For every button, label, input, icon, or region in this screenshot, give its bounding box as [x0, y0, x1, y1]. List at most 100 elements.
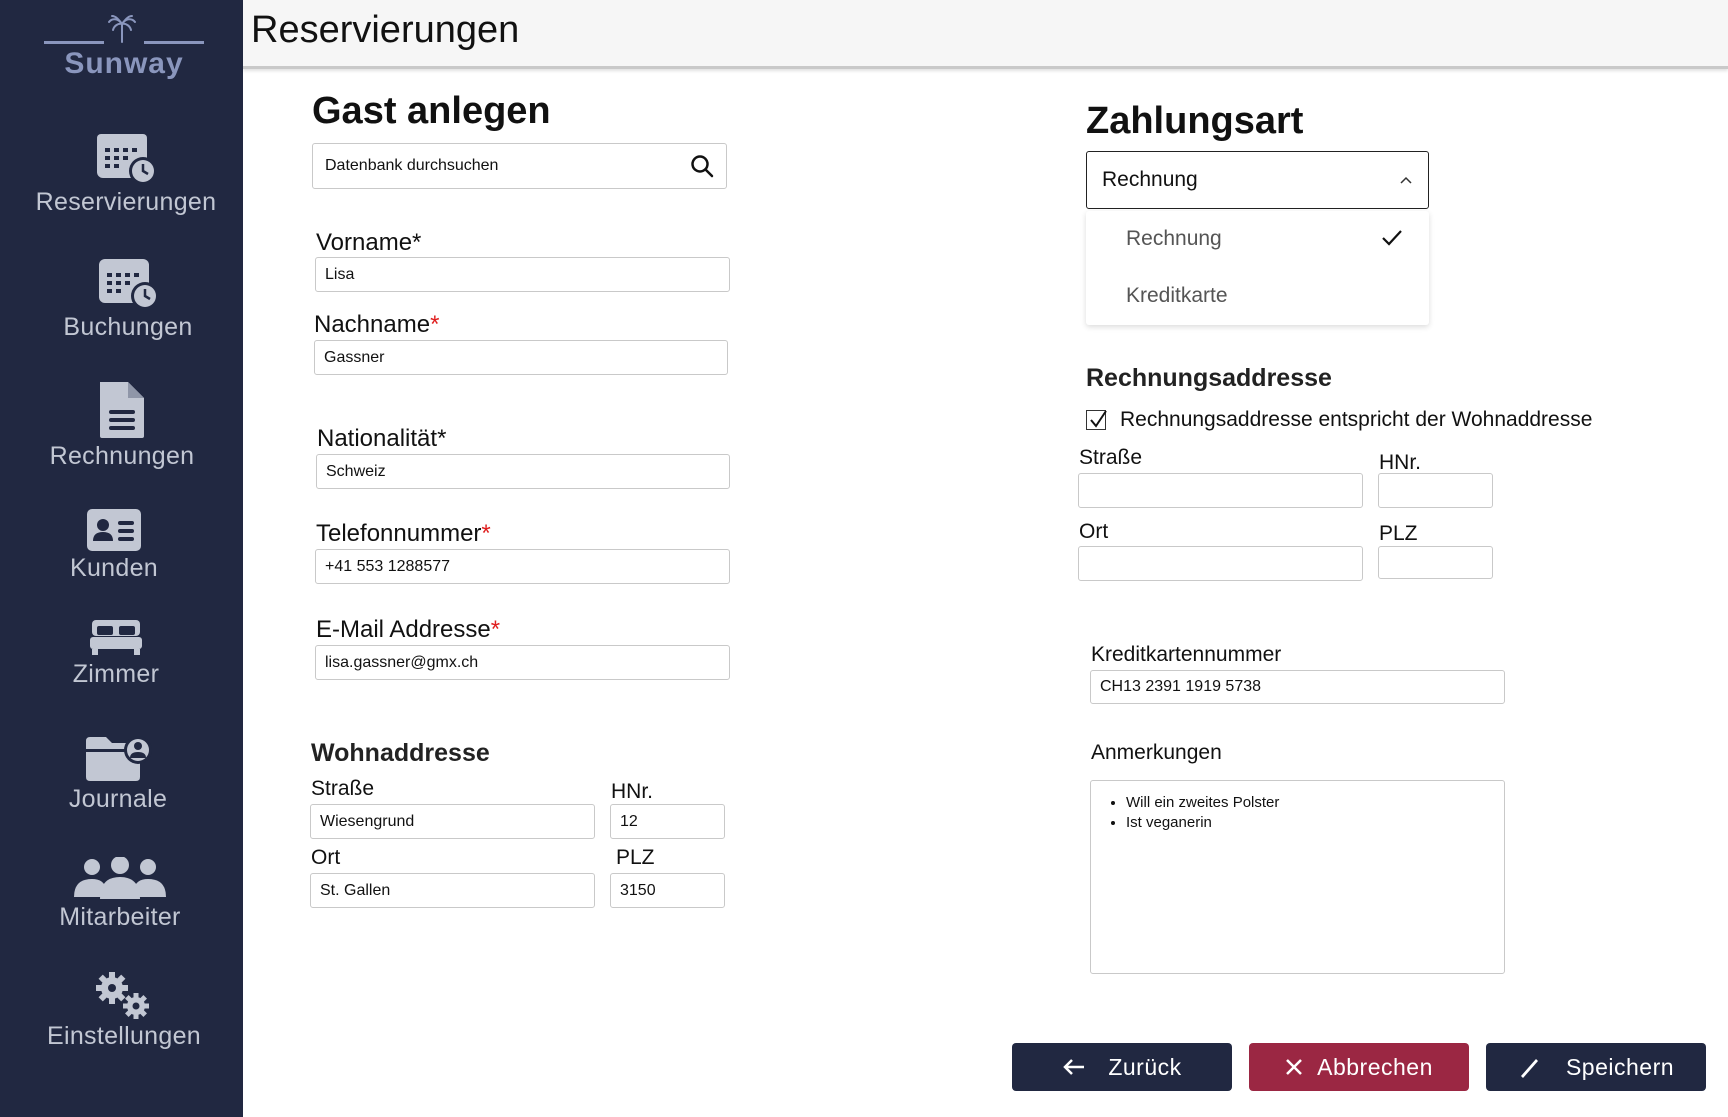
required-mark: * — [481, 520, 491, 547]
logo: Sunway — [0, 14, 243, 86]
sidebar-item-rechnungen[interactable]: Rechnungen — [30, 380, 214, 471]
back-button-label: Zurück — [1108, 1053, 1182, 1080]
calendar-clock-icon — [99, 259, 159, 310]
bed-icon — [90, 620, 142, 655]
close-icon — [1286, 1059, 1303, 1075]
payment-heading: Zahlungsart — [1086, 100, 1304, 142]
first-name-field[interactable]: Lisa — [315, 257, 730, 292]
notes-item: Ist veganerin — [1126, 813, 1494, 833]
same-address-checkbox[interactable] — [1086, 410, 1107, 430]
sidebar-item-kunden[interactable]: Kunden — [30, 508, 198, 583]
billing-house-no-label: HNr. — [1379, 451, 1421, 474]
payment-method-dropdown: Rechnung Kreditkarte — [1086, 211, 1429, 325]
page-title: Reservierungen — [251, 9, 520, 51]
same-address-label: Rechnungsaddresse entspricht der Wohnadd… — [1120, 408, 1593, 431]
brand-name: Sunway — [64, 47, 184, 80]
logo-line-left — [44, 41, 104, 44]
payment-method-value: Rechnung — [1102, 168, 1198, 191]
required-mark: * — [490, 616, 501, 643]
database-search-box[interactable]: Datenbank durchsuchen — [312, 143, 727, 189]
home-street-field[interactable]: Wiesengrund — [310, 804, 595, 839]
email-label: E-Mail Addresse* — [316, 616, 500, 644]
home-city-label: Ort — [311, 846, 341, 869]
sidebar-item-label: Kunden — [70, 554, 158, 582]
nationality-label: Nationalität* — [317, 425, 447, 452]
cancel-button[interactable]: Abbrechen — [1249, 1043, 1469, 1091]
billing-street-field[interactable] — [1078, 473, 1363, 508]
sidebar-item-label: Mitarbeiter — [59, 903, 181, 931]
gears-icon — [96, 972, 149, 1019]
back-button[interactable]: Zurück — [1012, 1043, 1232, 1091]
phone-label-text: Telefonnummer — [316, 520, 482, 547]
billing-address-heading: Rechnungsaddresse — [1086, 364, 1332, 392]
folder-user-icon — [86, 736, 152, 781]
users-icon — [74, 857, 166, 899]
sidebar-item-label: Einstellungen — [46, 1022, 201, 1050]
check-icon — [1090, 410, 1107, 428]
sidebar-item-einstellungen[interactable]: Einstellungen — [30, 970, 218, 1051]
sidebar-item-buchungen[interactable]: Buchungen — [30, 255, 226, 342]
logo-line-right — [144, 41, 204, 44]
first-name-label: Vorname* — [316, 229, 422, 256]
sidebar-item-label: Journale — [68, 785, 168, 813]
last-name-label: Nachname* — [314, 311, 439, 339]
credit-card-label: Kreditkartennummer — [1091, 643, 1282, 666]
calendar-clock-icon — [97, 134, 157, 185]
option-label: Rechnung — [1126, 227, 1222, 250]
payment-method-select[interactable]: Rechnung — [1086, 151, 1429, 209]
payment-option-kreditkarte[interactable]: Kreditkarte — [1086, 268, 1429, 324]
billing-house-no-field[interactable] — [1378, 473, 1493, 508]
email-field[interactable]: lisa.gassner@gmx.ch — [315, 645, 730, 680]
notes-textarea[interactable]: Will ein zweites Polster Ist veganerin — [1090, 780, 1505, 974]
home-house-no-label: HNr. — [611, 780, 653, 803]
billing-zip-field[interactable] — [1378, 546, 1493, 579]
sidebar-item-journale[interactable]: Journale — [30, 733, 206, 814]
billing-street-label: Straße — [1079, 446, 1143, 469]
billing-city-label: Ort — [1079, 520, 1109, 543]
notes-label: Anmerkungen — [1091, 741, 1222, 764]
nationality-field[interactable]: Schweiz — [316, 454, 730, 489]
sidebar-item-label: Rechnungen — [49, 442, 195, 470]
credit-card-field[interactable]: CH13 2391 1919 5738 — [1090, 670, 1505, 704]
same-address-option[interactable]: Rechnungsaddresse entspricht der Wohnadd… — [1086, 408, 1592, 432]
sidebar-item-zimmer[interactable]: Zimmer — [30, 618, 202, 689]
phone-label: Telefonnummer* — [316, 520, 491, 548]
home-zip-label: PLZ — [616, 846, 655, 869]
billing-zip-label: PLZ — [1379, 522, 1418, 545]
required-mark: * — [430, 311, 440, 338]
sidebar-item-mitarbeiter[interactable]: Mitarbeiter — [30, 857, 210, 932]
home-city-field[interactable]: St. Gallen — [310, 873, 595, 908]
sidebar-item-label: Reservierungen — [35, 188, 217, 216]
palm-logo-icon — [108, 15, 136, 43]
notes-list: Will ein zweites Polster Ist veganerin — [1101, 793, 1494, 833]
id-card-icon — [87, 509, 141, 551]
sidebar: Sunway Reservierungen Buchungen Rechnung… — [0, 0, 243, 1117]
last-name-label-text: Nachname — [314, 311, 431, 338]
phone-field[interactable]: +41 553 1288577 — [315, 549, 730, 584]
check-icon — [1382, 230, 1402, 246]
search-input[interactable]: Datenbank durchsuchen — [325, 157, 690, 175]
option-label: Kreditkarte — [1126, 284, 1228, 307]
sidebar-item-label: Zimmer — [72, 660, 160, 688]
billing-city-field[interactable] — [1078, 546, 1363, 581]
home-zip-field[interactable]: 3150 — [610, 873, 725, 908]
home-house-no-field[interactable]: 12 — [610, 804, 725, 839]
save-button[interactable]: Speichern — [1486, 1043, 1706, 1091]
pencil-icon — [1520, 1059, 1538, 1078]
document-icon — [100, 382, 144, 438]
guest-heading: Gast anlegen — [312, 90, 551, 132]
sidebar-item-label: Buchungen — [63, 313, 193, 341]
sidebar-item-reservierungen[interactable]: Reservierungen — [30, 130, 222, 217]
home-street-label: Straße — [311, 777, 375, 800]
notes-item: Will ein zweites Polster — [1126, 793, 1494, 813]
arrow-left-icon — [1063, 1059, 1085, 1075]
save-button-label: Speichern — [1565, 1053, 1675, 1080]
top-bar: Reservierungen — [243, 0, 1728, 69]
last-name-field[interactable]: Gassner — [314, 340, 728, 375]
home-address-heading: Wohnaddresse — [311, 739, 490, 767]
chevron-up-icon — [1400, 176, 1412, 184]
payment-option-rechnung[interactable]: Rechnung — [1086, 211, 1429, 267]
email-label-text: E-Mail Addresse — [316, 616, 491, 643]
search-icon[interactable] — [690, 154, 714, 178]
cancel-button-label: Abbrechen — [1317, 1053, 1433, 1080]
